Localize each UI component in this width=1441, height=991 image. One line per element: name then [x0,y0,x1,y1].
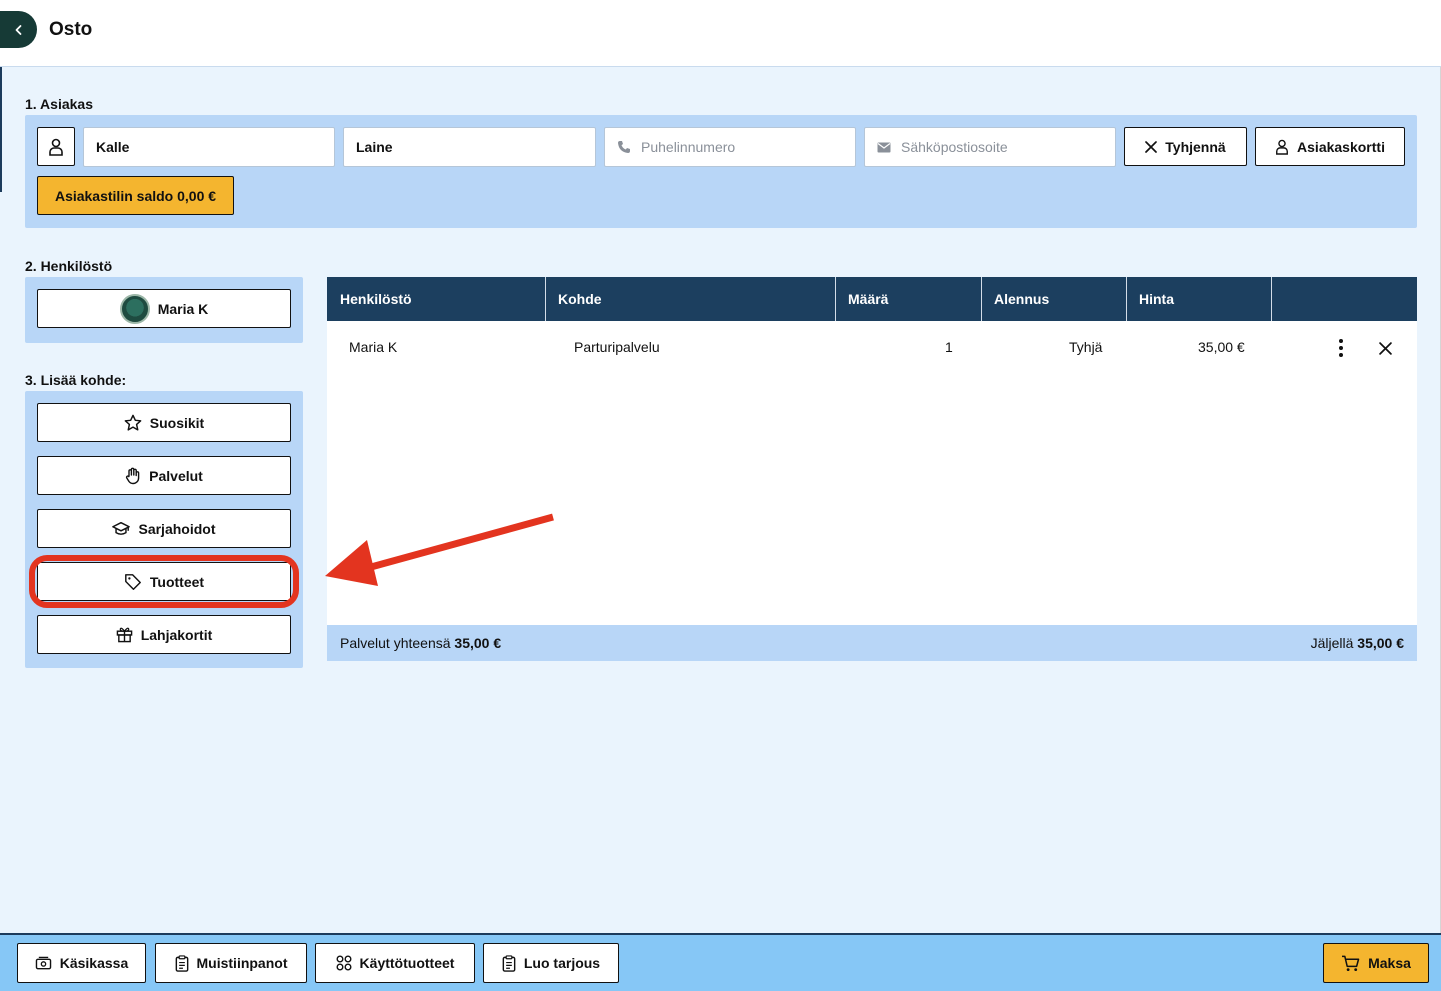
close-icon [1145,140,1158,153]
row-discount[interactable]: Tyhjä [1069,339,1102,355]
series-treatments-button[interactable]: Sarjahoidot [37,509,291,548]
table-header: Henkilöstö Kohde Määrä Alennus Hinta [327,277,1417,321]
customer-card-button[interactable]: Asiakaskortti [1255,127,1405,166]
row-quantity[interactable]: 1 [945,339,953,355]
table-footer: Palvelut yhteensä 35,00 € Jäljellä 35,00… [327,625,1417,661]
gift-icon [116,627,132,643]
user-icon [1276,139,1288,155]
remaining-label: Jäljellä [1310,635,1354,651]
gift-cards-label: Lahjakortit [140,626,213,643]
hand-icon [126,467,140,484]
avatar [119,293,150,324]
notes-button[interactable]: Muistiinpanot [155,943,307,983]
staff-select-button[interactable]: Maria K [37,289,291,328]
left-edge-accent [0,67,2,192]
row-staff: Maria K [349,339,398,355]
series-treatments-label: Sarjahoidot [138,520,216,537]
graduation-cap-icon [112,521,131,535]
close-icon [1378,341,1392,355]
last-name-field[interactable]: Laine [343,127,596,167]
notes-label: Muistiinpanot [196,955,288,971]
back-button[interactable] [0,11,37,48]
services-button[interactable]: Palvelut [37,456,291,495]
email-field[interactable]: Sähköpostiosoite [864,127,1116,167]
pay-label: Maksa [1368,955,1411,971]
page-title: Osto [49,19,93,40]
tag-icon [124,573,141,590]
column-header-quantity: Määrä [835,277,982,321]
remaining-value: 35,00 € [1357,635,1404,651]
column-header-discount: Alennus [981,277,1127,321]
products-label: Tuotteet [149,573,205,590]
clear-button[interactable]: Tyhjennä [1124,127,1247,166]
mail-icon [877,142,891,152]
customer-card-label: Asiakaskortti [1297,138,1385,155]
phone-icon [618,141,630,153]
remaining-total: Jäljellä 35,00 € [1311,635,1404,651]
bottom-toolbar: Käsikassa Muistiinpanot Käyttötuotteet L… [0,933,1441,991]
email-placeholder: Sähköpostiosoite [901,139,1008,155]
pay-button[interactable]: Maksa [1323,943,1429,983]
first-name-field[interactable]: Kalle [83,127,335,167]
customer-search-button[interactable] [37,127,75,166]
row-price[interactable]: 35,00 € [1198,339,1245,355]
services-total-value: 35,00 € [454,635,502,651]
remove-row-button[interactable] [1376,339,1394,357]
staff-name: Maria K [157,300,209,317]
clipboard-icon [175,954,188,972]
clipboard-icon [502,954,516,972]
user-icon [49,138,63,156]
row-item: Parturipalvelu [574,339,660,355]
create-quote-button[interactable]: Luo tarjous [483,943,619,983]
services-total-label: Palvelut yhteensä [340,635,451,651]
phone-placeholder: Puhelinnumero [641,139,736,155]
cash-register-icon [35,956,51,969]
grid-icon [336,955,352,971]
customer-section-label: 1. Asiakas [25,96,93,112]
supplies-label: Käyttötuotteet [359,955,455,971]
favorites-label: Suosikit [149,414,205,431]
gift-cards-button[interactable]: Lahjakortit [37,615,291,654]
cash-drawer-button[interactable]: Käsikassa [17,943,146,983]
order-table: Henkilöstö Kohde Määrä Alennus Hinta Mar… [327,277,1417,661]
header-bar: Osto [0,0,1441,67]
column-header-item: Kohde [545,277,836,321]
services-label: Palvelut [149,467,203,484]
cash-drawer-label: Käsikassa [59,955,129,971]
cart-icon [1342,955,1360,971]
products-button[interactable]: Tuotteet [37,562,291,601]
star-icon [124,414,142,431]
create-quote-label: Luo tarjous [523,955,601,971]
favorites-button[interactable]: Suosikit [37,403,291,442]
supplies-button[interactable]: Käyttötuotteet [315,943,475,983]
clear-button-label: Tyhjennä [1165,138,1226,155]
column-header-price: Hinta [1126,277,1272,321]
column-header-staff: Henkilöstö [327,277,546,321]
phone-field[interactable]: Puhelinnumero [604,127,856,167]
more-options-button[interactable] [1333,337,1349,359]
chevron-left-icon [15,24,21,35]
staff-section-label: 2. Henkilöstö [25,258,113,274]
add-item-section-label: 3. Lisää kohde: [25,372,127,388]
services-total: Palvelut yhteensä 35,00 € [340,635,501,651]
more-vertical-icon [1339,339,1343,357]
account-balance-button[interactable]: Asiakastilin saldo 0,00 € [37,176,234,215]
